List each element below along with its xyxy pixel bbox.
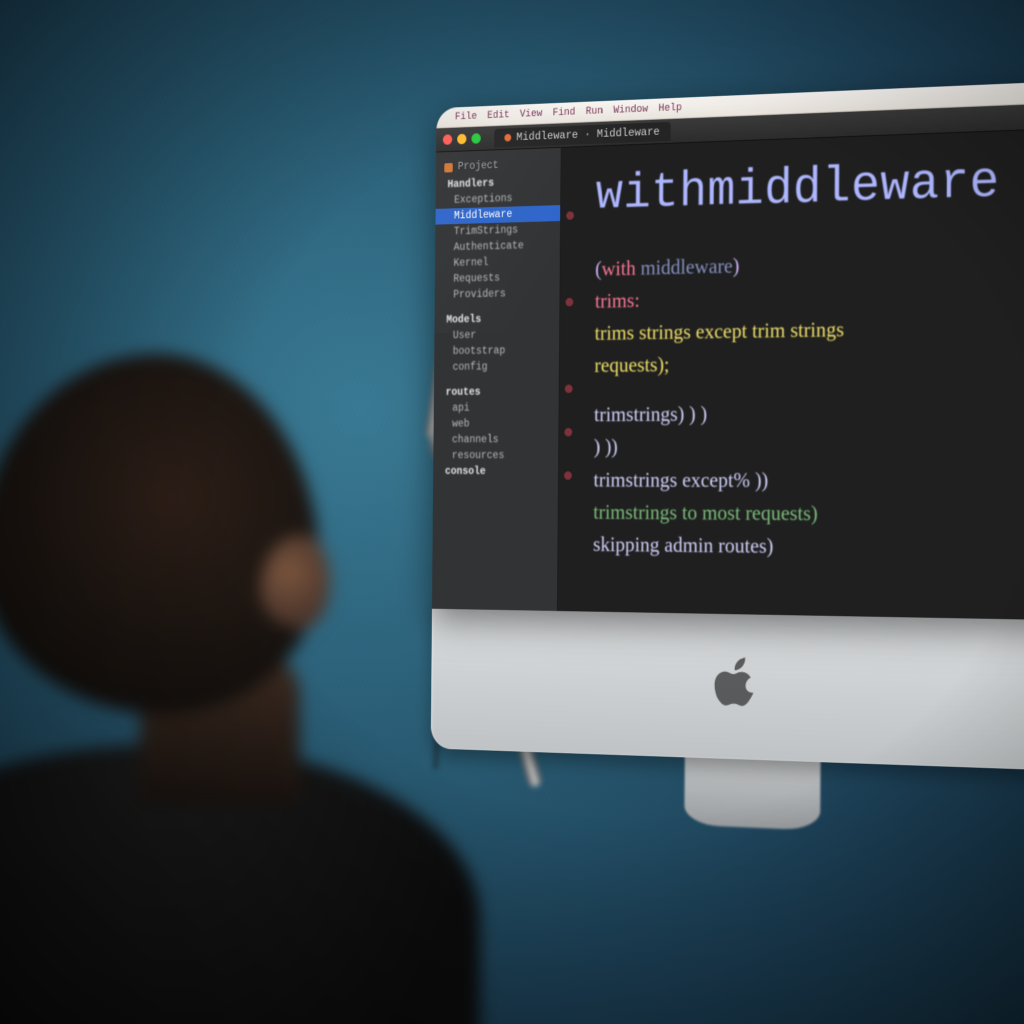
menu-item[interactable]: File (455, 111, 477, 123)
sidebar-item[interactable]: bootstrap (434, 342, 559, 360)
code-line[interactable]: trimstrings except% )) (593, 463, 1024, 497)
code-line[interactable]: skipping admin routes) (593, 528, 1024, 566)
sidebar-item[interactable]: routes (434, 384, 559, 401)
code-line[interactable]: trims strings except trim strings (595, 309, 1024, 349)
imac-computer: File Edit View Find Run Window Help Midd… (430, 81, 1024, 841)
sidebar-item[interactable]: User (434, 326, 559, 344)
code-line[interactable]: trimstrings to most requests) (593, 496, 1024, 532)
editor-tab[interactable]: Middleware · Middleware (494, 121, 670, 147)
menu-item[interactable]: Find (553, 106, 576, 118)
menu-item[interactable]: Edit (487, 109, 509, 121)
sidebar-item[interactable]: config (434, 358, 559, 375)
sidebar-item[interactable]: resources (433, 448, 558, 464)
folder-icon (444, 163, 452, 173)
sidebar-item[interactable]: api (434, 400, 559, 417)
maximize-icon[interactable] (471, 133, 480, 144)
code-line[interactable]: ) )) (594, 429, 1024, 463)
apple-logo-icon (712, 652, 759, 711)
ide-window: File Edit View Find Run Window Help Midd… (432, 81, 1024, 620)
menu-item[interactable]: Run (586, 105, 603, 117)
sidebar-item[interactable]: web (434, 416, 559, 432)
sidebar-item[interactable]: console (433, 464, 558, 480)
code-line[interactable]: requests); (594, 343, 1024, 381)
file-type-icon (504, 133, 511, 141)
minimize-icon[interactable] (457, 134, 466, 145)
project-sidebar[interactable]: Project HandlersExceptionsMiddlewareTrim… (432, 148, 562, 611)
tab-label: Middleware · Middleware (516, 125, 660, 144)
code-line[interactable]: trimstrings) ) ) (594, 395, 1024, 431)
menu-item[interactable]: Help (658, 102, 681, 114)
editor-gutter (558, 168, 582, 612)
close-icon[interactable] (443, 134, 452, 145)
menu-item[interactable]: View (520, 108, 543, 120)
menu-item[interactable]: Window (613, 103, 648, 116)
code-editor[interactable]: withmiddleware (with middleware)trims: t… (558, 129, 1024, 620)
code-heading: withmiddleware (596, 151, 1024, 223)
sidebar-item[interactable]: channels (433, 432, 558, 448)
imac-chin (431, 599, 1024, 770)
